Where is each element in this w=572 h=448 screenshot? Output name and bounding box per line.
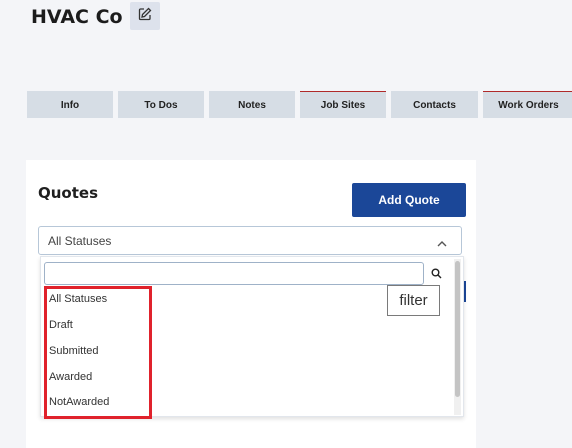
tab-job-sites[interactable]: Job Sites: [300, 91, 386, 118]
option-draft[interactable]: Draft: [49, 319, 73, 331]
status-select[interactable]: All Statuses: [38, 226, 462, 255]
dropdown-search-input[interactable]: [44, 262, 424, 285]
filter-tooltip: filter: [387, 285, 440, 316]
edit-company-button[interactable]: [130, 2, 160, 30]
status-dropdown: All Statuses Draft Submitted Awarded Not…: [40, 256, 464, 419]
dropdown-scrollbar[interactable]: [454, 259, 461, 415]
status-select-value: All Statuses: [48, 233, 112, 248]
option-submitted[interactable]: Submitted: [49, 345, 99, 357]
quotes-title: Quotes: [38, 184, 99, 202]
quotes-panel: Quotes Add Quote All Statuses All Status…: [26, 160, 476, 448]
company-title: HVAC Co: [31, 6, 123, 28]
edit-icon: [138, 7, 152, 26]
tab-work-orders[interactable]: Work Orders: [483, 91, 572, 118]
option-notawarded[interactable]: NotAwarded: [49, 396, 109, 408]
tab-bar: Info To Dos Notes Job Sites Contacts Wor…: [27, 91, 572, 118]
tab-info[interactable]: Info: [27, 91, 113, 118]
search-icon: [431, 266, 442, 284]
option-awarded[interactable]: Awarded: [49, 371, 92, 383]
scrollbar-thumb[interactable]: [455, 261, 460, 397]
tab-notes[interactable]: Notes: [209, 91, 295, 118]
tab-contacts[interactable]: Contacts: [391, 91, 478, 118]
tab-todos[interactable]: To Dos: [118, 91, 204, 118]
option-all-statuses[interactable]: All Statuses: [49, 293, 107, 305]
chevron-up-icon: [437, 236, 447, 250]
add-quote-button[interactable]: Add Quote: [352, 183, 466, 217]
